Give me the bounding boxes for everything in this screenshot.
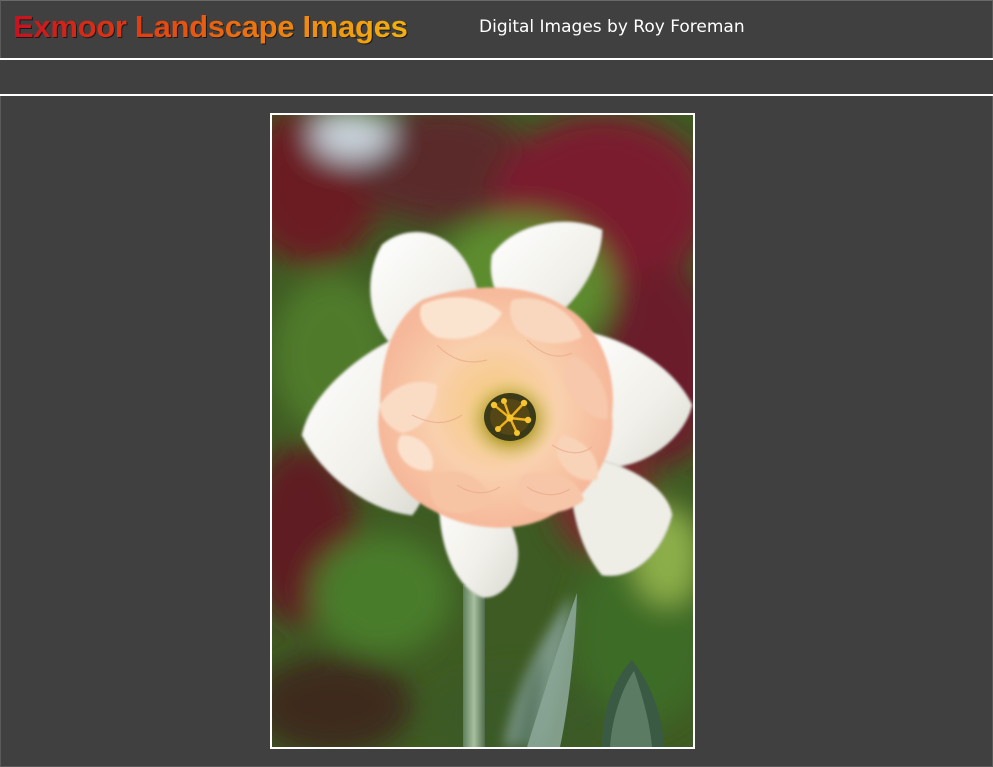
site-subtitle: Digital Images by Roy Foreman [479, 17, 745, 37]
flower-photo-art [272, 115, 693, 747]
nav-bar [0, 60, 993, 94]
flower-photo[interactable] [270, 113, 695, 749]
site-title[interactable]: Exmoor Landscape Images [13, 8, 408, 46]
site-header: Exmoor Landscape Images Digital Images b… [0, 0, 993, 58]
nav-divider [0, 94, 993, 96]
page: Exmoor Landscape Images Digital Images b… [0, 0, 993, 767]
